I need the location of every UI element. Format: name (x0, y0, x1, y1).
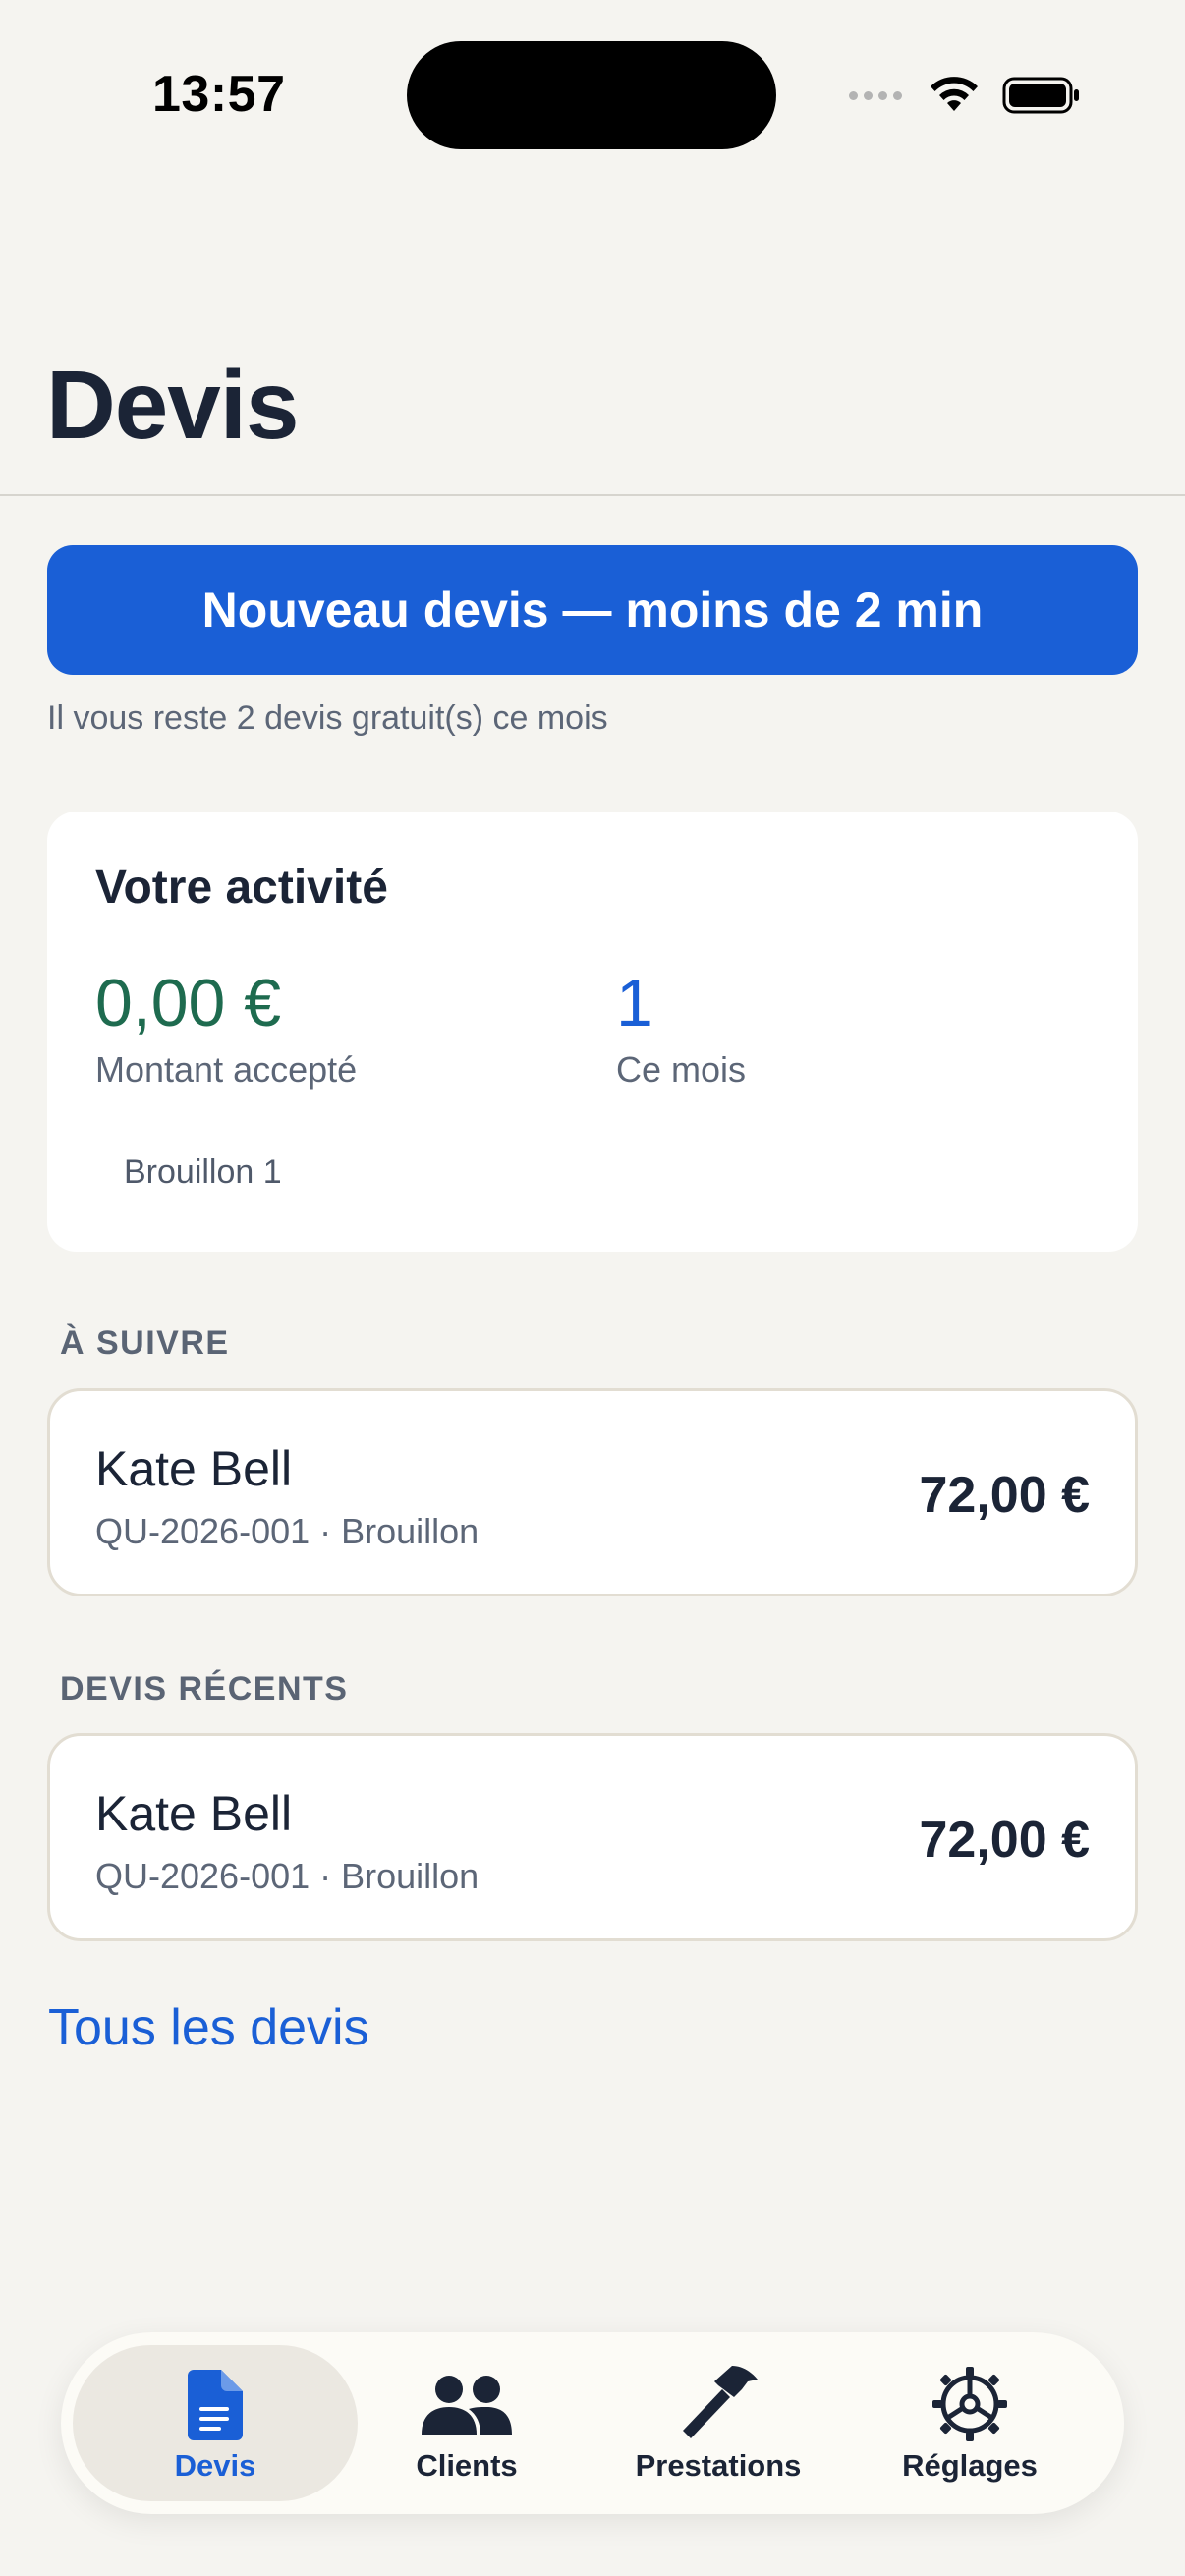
accepted-amount-value: 0,00 € (95, 966, 282, 1040)
quote-client-name: Kate Bell (95, 1441, 293, 1496)
quote-client-name: Kate Bell (95, 1786, 293, 1841)
tab-devis[interactable]: Devis (89, 2332, 341, 2514)
header-divider (0, 494, 1185, 496)
tab-prestations[interactable]: Prestations (592, 2332, 844, 2514)
page-title: Devis (46, 351, 300, 459)
tab-reglages[interactable]: Réglages (844, 2332, 1096, 2514)
new-quote-button[interactable]: Nouveau devis — moins de 2 min (47, 545, 1138, 675)
tab-label: Prestations (635, 2448, 802, 2483)
people-icon (422, 2376, 512, 2435)
accepted-amount-label: Montant accepté (95, 1049, 358, 1090)
free-quota-text: Il vous reste 2 devis gratuit(s) ce mois (47, 700, 608, 737)
this-month-count: 1 (616, 966, 653, 1040)
tab-clients[interactable]: Clients (341, 2332, 592, 2514)
wifi-icon (931, 77, 978, 111)
document-icon (188, 2370, 243, 2440)
cellular-signal-icon (849, 90, 902, 100)
follow-up-header: À SUIVRE (60, 1324, 230, 1362)
dynamic-island (407, 41, 776, 149)
tab-bar: Devis Clients Prestations Réglages (61, 2332, 1124, 2514)
status-time: 13:57 (152, 66, 286, 123)
screen: 13:57 Devis Nouveau devis — moins de 2 m… (0, 0, 1185, 2576)
quote-meta: QU-2026-001 · Brouillon (95, 1511, 480, 1551)
status-indicators (849, 71, 1081, 120)
activity-title: Votre activité (95, 862, 388, 914)
tab-label: Clients (416, 2448, 518, 2483)
draft-count-chip[interactable]: Brouillon 1 (124, 1153, 282, 1192)
recent-quotes-header: DEVIS RÉCENTS (60, 1670, 349, 1708)
follow-up-quote-row[interactable]: Kate Bell QU-2026-001 · Brouillon 72,00 … (47, 1388, 1138, 1596)
quote-amount: 72,00 € (919, 1812, 1091, 1869)
battery-icon (1002, 77, 1079, 114)
activity-card: Votre activité 0,00 € Montant accepté 1 … (47, 812, 1138, 1252)
tab-label: Devis (174, 2448, 256, 2483)
quote-amount: 72,00 € (919, 1467, 1091, 1524)
gear-icon (932, 2367, 1007, 2441)
tab-label: Réglages (902, 2448, 1038, 2483)
quote-meta: QU-2026-001 · Brouillon (95, 1856, 480, 1896)
recent-quote-row[interactable]: Kate Bell QU-2026-001 · Brouillon 72,00 … (47, 1733, 1138, 1941)
hammer-icon (683, 2366, 758, 2438)
all-quotes-link[interactable]: Tous les devis (48, 1998, 369, 2057)
this-month-label: Ce mois (616, 1049, 747, 1090)
